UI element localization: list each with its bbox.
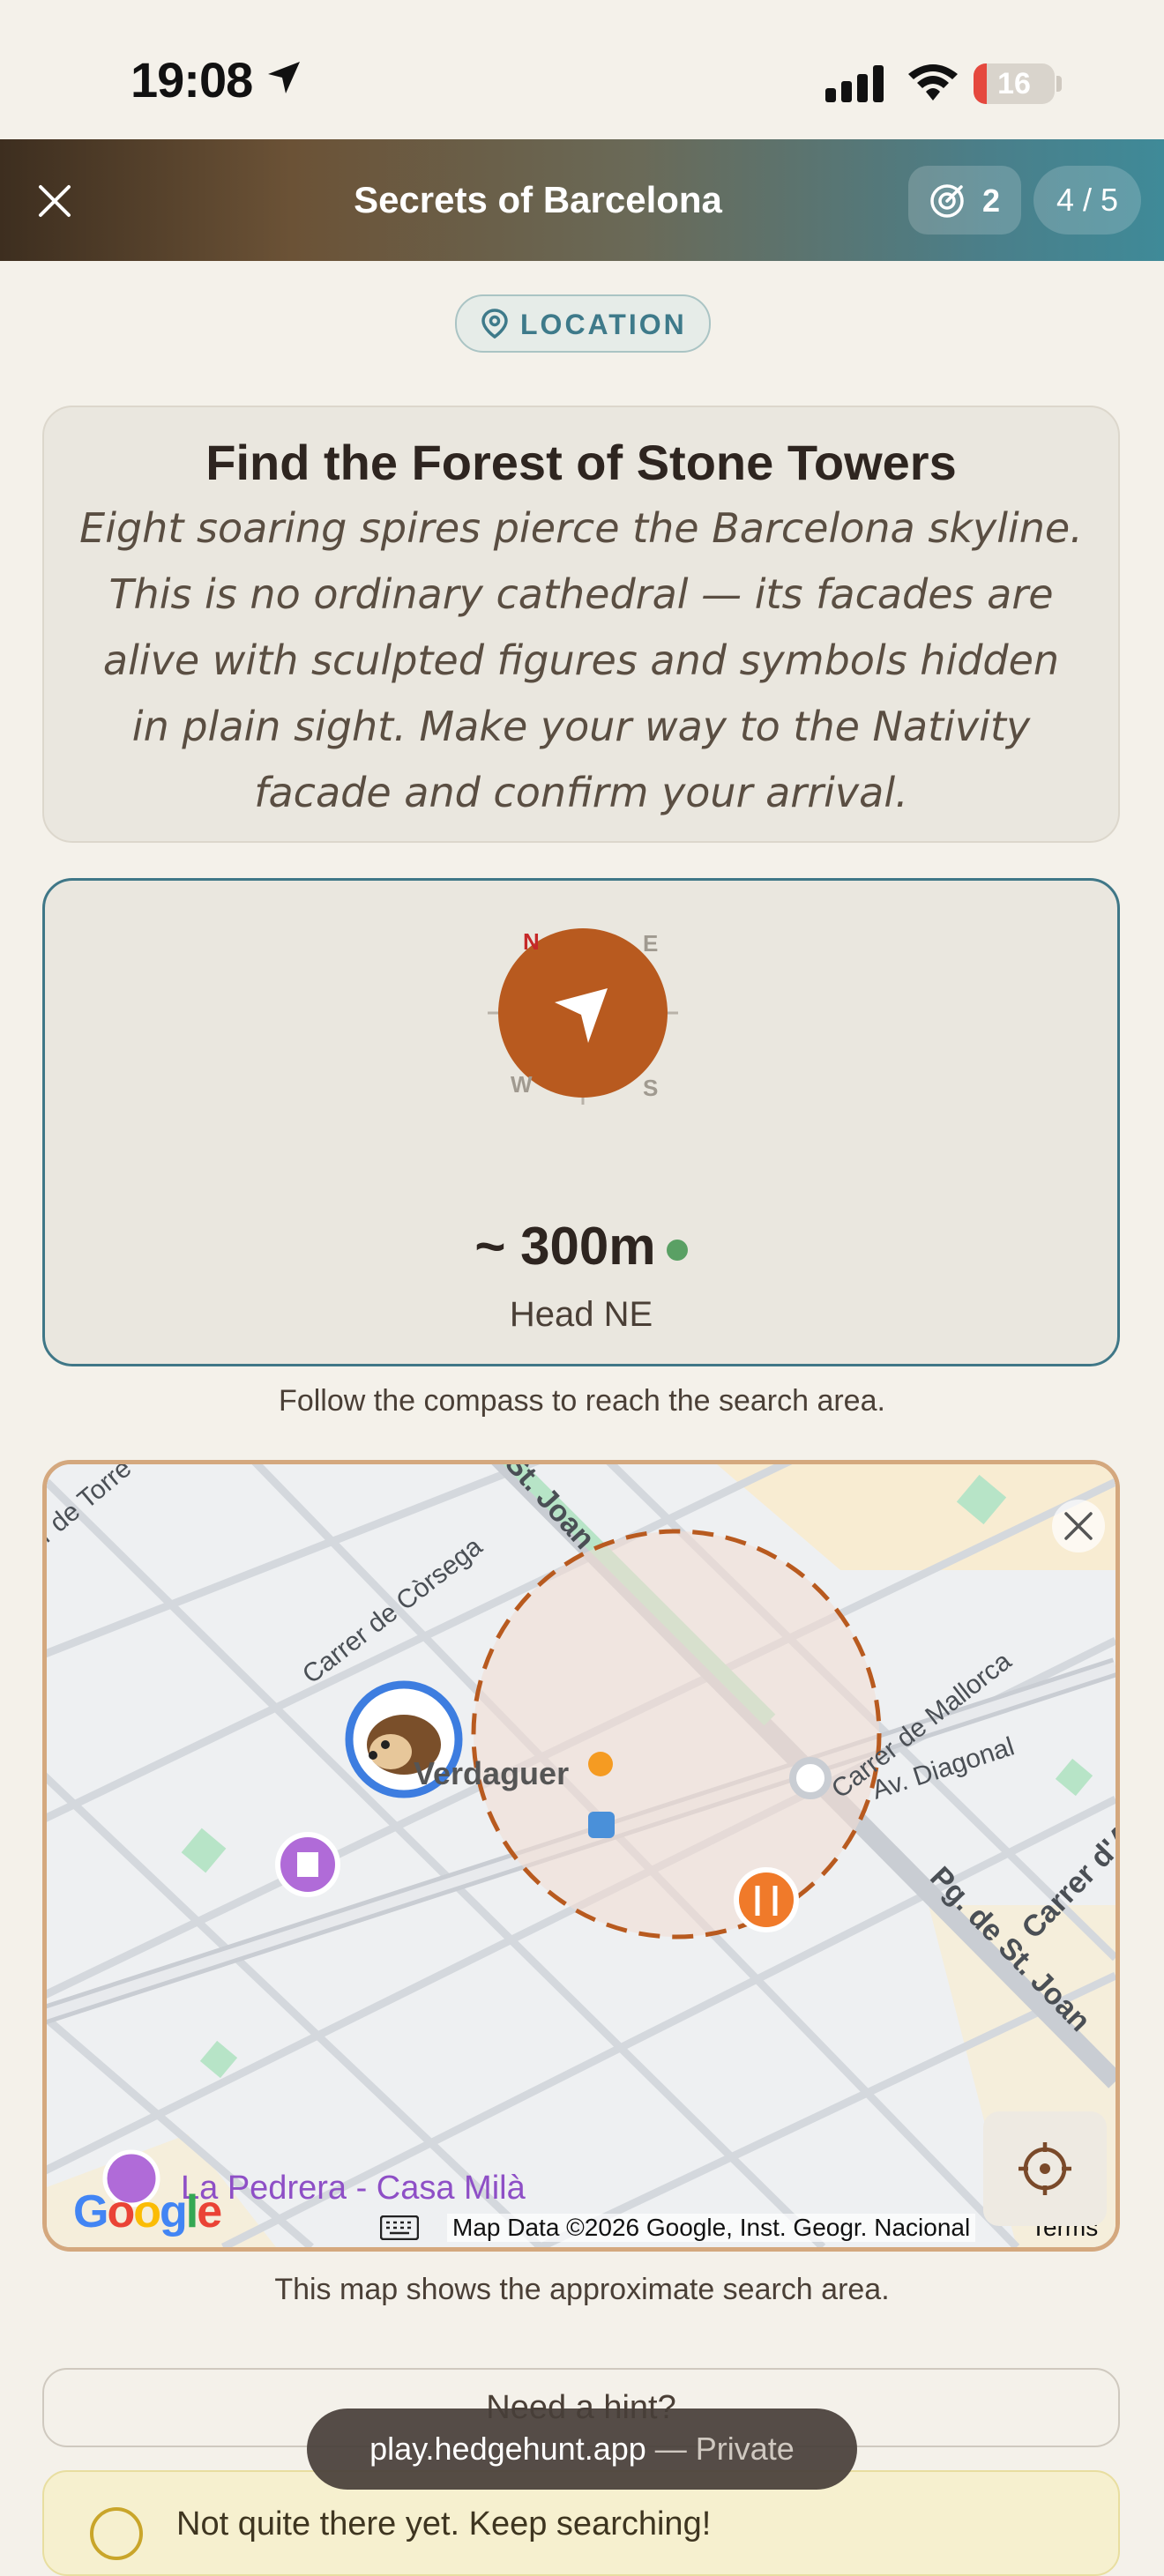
signal-icon <box>825 65 887 107</box>
recenter-button[interactable] <box>983 2111 1107 2226</box>
progress-badge: 4 / 5 <box>1033 166 1141 235</box>
gps-status-dot <box>666 1240 688 1262</box>
compass-e: E <box>643 930 658 957</box>
app-header: Secrets of Barcelona 2 4 / 5 <box>0 139 1164 261</box>
station-label: Verdaguer <box>414 1755 570 1791</box>
location-arrow-icon <box>265 58 303 101</box>
distance-value: ~ 300m <box>474 1217 656 1276</box>
keyboard-icon[interactable] <box>379 2215 420 2245</box>
map-logo: Google <box>73 2186 222 2237</box>
map-close-button[interactable] <box>1052 1500 1105 1552</box>
compass-w: W <box>511 1071 533 1098</box>
compass-s: S <box>643 1075 658 1101</box>
restaurant-marker[interactable] <box>734 1867 799 1932</box>
map-caption: This map shows the approximate search ar… <box>274 2273 890 2306</box>
crosshair-icon <box>1018 2142 1071 2195</box>
compass-card: N E W S ~ 300m Head NE <box>42 878 1120 1366</box>
map-pin-icon <box>481 309 508 339</box>
private-mode-label: — Private <box>645 2431 795 2467</box>
map-attribution: Map Data ©2026 Google, Inst. Geogr. Naci… <box>447 2214 976 2242</box>
target-icon <box>930 184 964 218</box>
hints-count: 2 <box>982 182 1001 219</box>
map-canvas[interactable]: Carrer de Còrsega Carrer de Mallorca Av.… <box>47 1464 1116 2247</box>
browser-url-bar[interactable]: play.hedgehunt.app — Private <box>307 2408 857 2490</box>
close-icon <box>1064 1512 1093 1540</box>
info-icon <box>90 2507 143 2560</box>
search-area-map[interactable]: Carrer de Còrsega Carrer de Mallorca Av.… <box>42 1460 1120 2252</box>
battery-level: 16 <box>997 67 1031 101</box>
feedback-text: Not quite there yet. Keep searching! <box>176 2505 712 2542</box>
distance-readout: ~ 300m <box>45 1216 1117 1277</box>
compass-icon: N E W S <box>488 928 678 1105</box>
wifi-icon <box>907 62 959 107</box>
compass-n: N <box>523 928 540 955</box>
heading-direction: Head NE <box>509 1295 653 1334</box>
battery-icon: 16 <box>974 63 1055 104</box>
challenge-type-label: LOCATION <box>520 309 687 340</box>
compass-instructions: Follow the compass to reach the search a… <box>279 1384 885 1418</box>
metro-icon <box>588 1752 613 1776</box>
challenge-type-badge: LOCATION <box>455 294 711 353</box>
status-time: 19:08 <box>131 52 253 108</box>
transit-icon <box>588 1812 615 1838</box>
hints-remaining-button[interactable]: 2 <box>908 166 1021 235</box>
poi-chess-marker[interactable] <box>275 1832 340 1897</box>
poi-label[interactable]: La Pedrera - Casa Milà <box>181 2170 526 2207</box>
challenge-description: Eight soaring spires pierce the Barcelon… <box>79 504 1083 816</box>
battery-cap <box>1056 76 1062 92</box>
url-domain: play.hedgehunt.app <box>369 2431 646 2467</box>
challenge-card: Find the Forest of Stone Towers Eight so… <box>42 406 1120 843</box>
challenge-title: Find the Forest of Stone Towers <box>205 435 957 490</box>
